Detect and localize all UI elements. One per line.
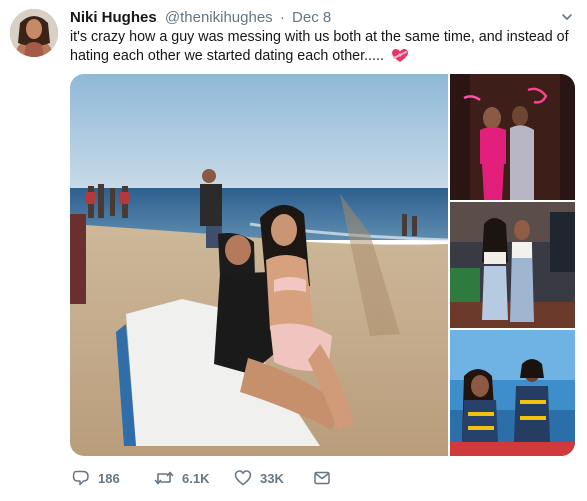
tweet-actions: 186 6.1K 33K [70, 468, 370, 488]
retweet-count: 6.1K [182, 470, 210, 486]
tweet-header: Niki Hughes @thenikihughes · Dec 8 [70, 8, 331, 28]
photo-lifejackets[interactable] [450, 330, 575, 456]
heart-with-ribbon-icon [391, 48, 408, 62]
retweet-icon [154, 471, 174, 485]
tweet-date[interactable]: Dec 8 [292, 9, 331, 26]
lifejacket-photo [450, 330, 575, 456]
like-count: 33K [260, 470, 284, 486]
photo-neon[interactable] [450, 74, 575, 200]
reply-count: 186 [98, 470, 120, 486]
user-handle[interactable]: @thenikihughes [165, 9, 273, 26]
chevron-down-icon[interactable] [560, 10, 574, 24]
like-button[interactable]: 33K [234, 468, 284, 488]
media-grid [70, 74, 575, 456]
avatar[interactable] [10, 9, 58, 57]
header-separator: · [279, 9, 285, 26]
tweet-text-block: it's crazy how a guy was messing with us… [70, 28, 575, 66]
photo-main[interactable] [70, 74, 448, 456]
tweet[interactable]: Niki Hughes @thenikihughes · Dec 8 it's … [0, 0, 587, 501]
direct-message-button[interactable] [313, 468, 331, 488]
beach-photo [70, 74, 448, 456]
reply-icon [72, 470, 89, 486]
direct-message-icon [314, 471, 330, 485]
tweet-text: it's crazy how a guy was messing with us… [70, 29, 569, 64]
avatar-image [10, 9, 58, 57]
photo-street[interactable] [450, 202, 575, 328]
neon-photo [450, 74, 575, 200]
reply-button[interactable]: 186 [72, 468, 120, 488]
retweet-button[interactable]: 6.1K [154, 468, 209, 488]
display-name[interactable]: Niki Hughes [70, 9, 157, 26]
like-icon [234, 470, 252, 486]
street-photo [450, 202, 575, 328]
